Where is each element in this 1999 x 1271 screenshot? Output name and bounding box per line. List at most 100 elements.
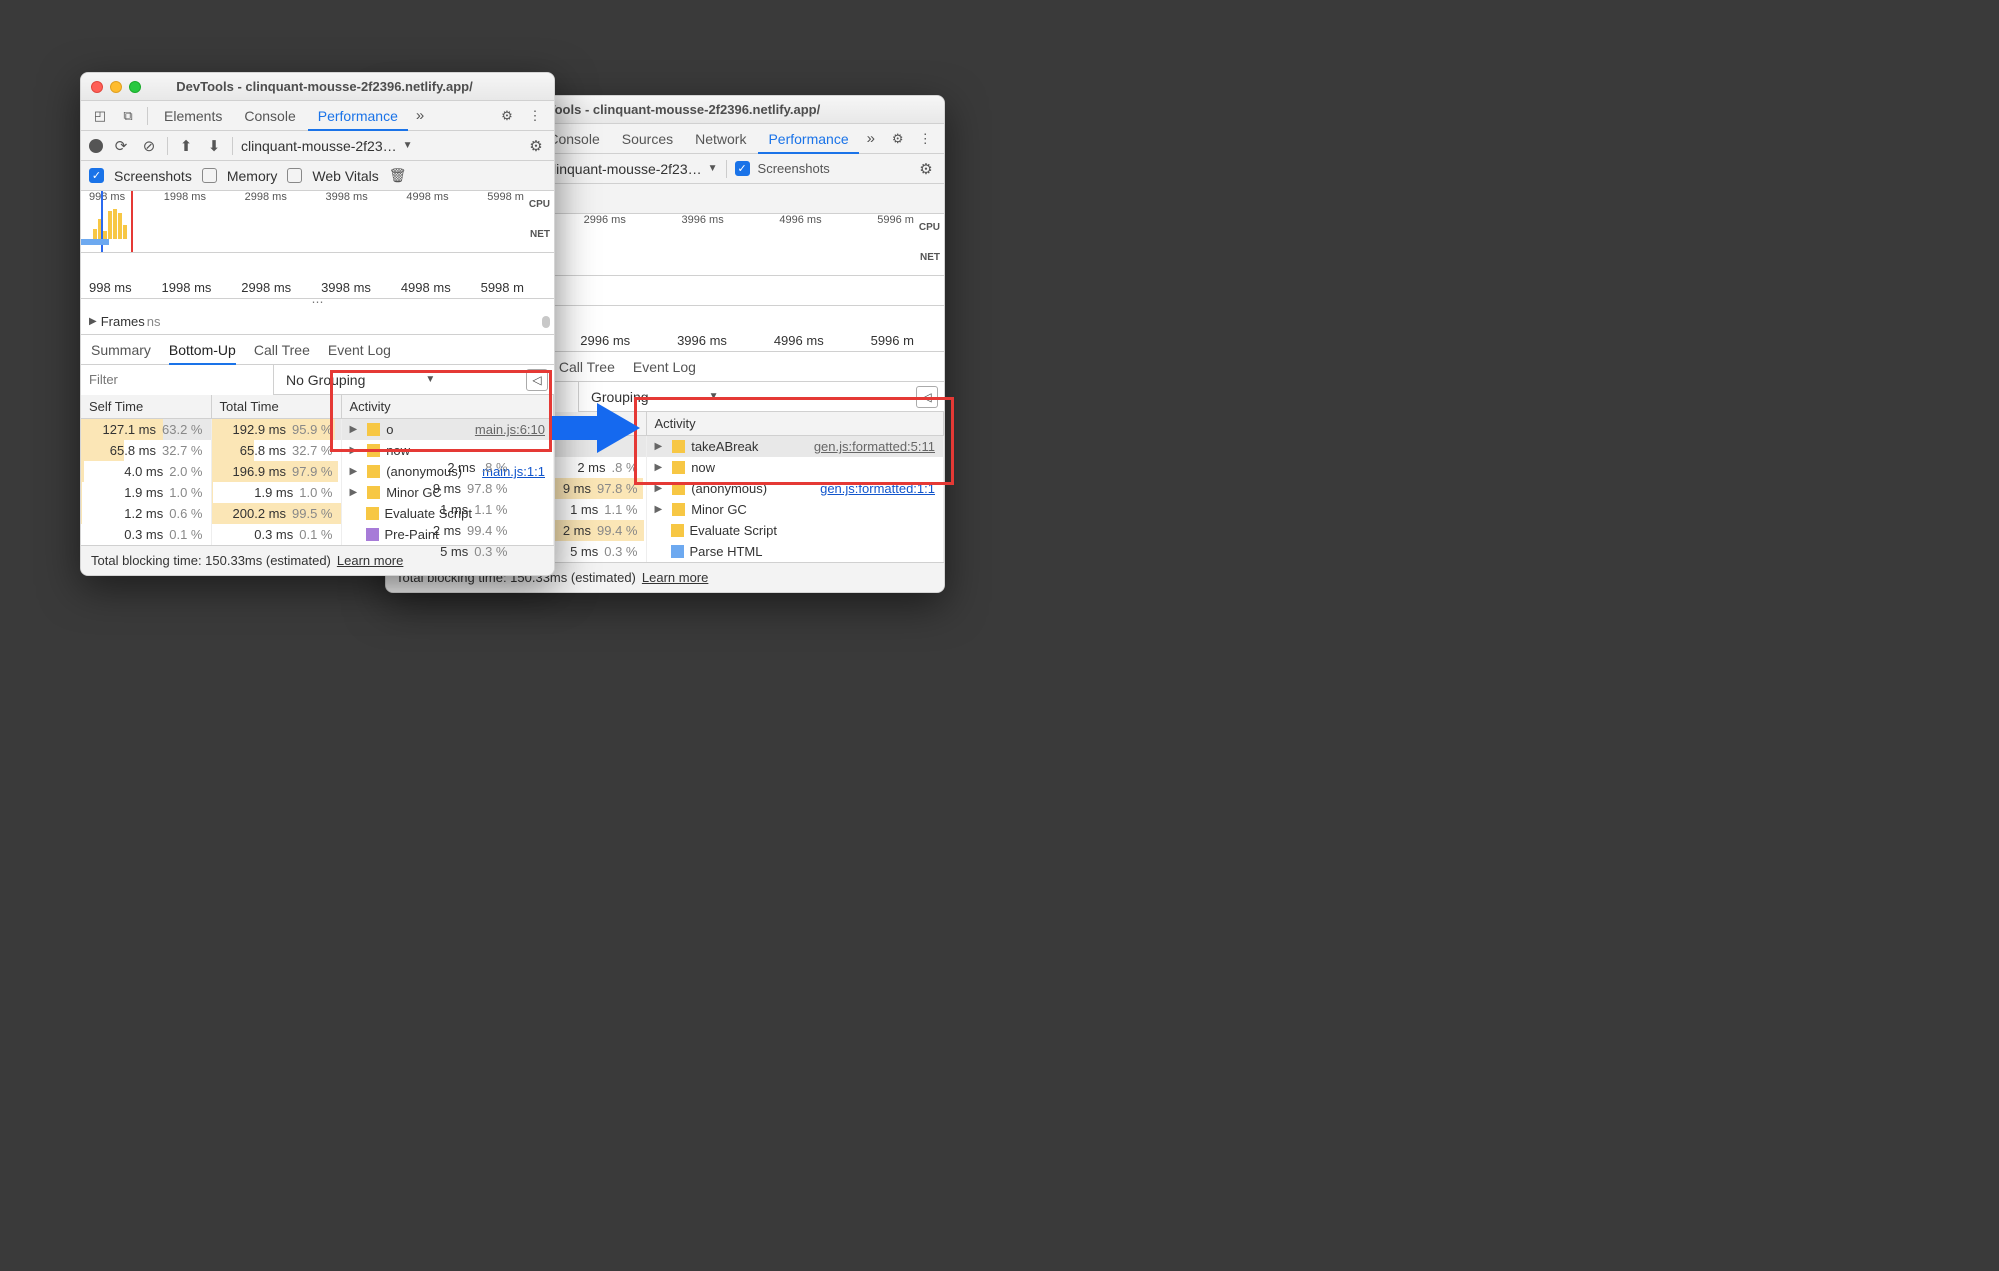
activity-swatch-icon <box>366 507 379 520</box>
cpu-label: CPU <box>919 220 940 236</box>
tick: 5996 m <box>877 214 914 226</box>
device-toggle-icon[interactable]: ⧉ <box>115 103 141 129</box>
disclosure-triangle-icon[interactable]: ▶ <box>350 466 358 477</box>
webvitals-checkbox[interactable] <box>287 168 302 183</box>
memory-checkbox[interactable] <box>202 168 217 183</box>
titlebar[interactable]: DevTools - clinquant-mousse-2f2396.netli… <box>81 73 554 101</box>
learn-more-link[interactable]: Learn more <box>337 553 403 568</box>
frames-suffix: ns <box>147 314 161 329</box>
inspect-element-icon[interactable]: ◰ <box>87 103 113 129</box>
table-row[interactable]: 65.8 ms32.7 %65.8 ms32.7 %▶now <box>81 440 554 461</box>
subtab-summary[interactable]: Summary <box>91 335 151 365</box>
subtab-call-tree[interactable]: Call Tree <box>559 352 615 382</box>
tab-sources[interactable]: Sources <box>612 124 683 154</box>
disclosure-triangle-icon[interactable]: ▶ <box>350 487 358 498</box>
tab-console[interactable]: Console <box>234 101 305 131</box>
subtab-bottom-up[interactable]: Bottom-Up <box>169 335 236 365</box>
show-heaviest-stack-button[interactable]: ◁ <box>526 369 548 391</box>
disclosure-triangle-icon[interactable]: ▶ <box>350 445 358 456</box>
save-profile-icon[interactable]: ⬇ <box>204 137 224 155</box>
tick: 3996 ms <box>677 333 727 348</box>
subtab-event-log[interactable]: Event Log <box>633 352 696 382</box>
divider <box>167 137 168 155</box>
timeline-overview[interactable]: 998 ms 1998 ms 2998 ms 3998 ms 4998 ms 5… <box>81 191 554 253</box>
grouping-dropdown[interactable]: No Grouping ▼ <box>274 372 447 388</box>
activity-swatch-icon <box>672 482 685 495</box>
tab-network[interactable]: Network <box>685 124 756 154</box>
subtab-call-tree[interactable]: Call Tree <box>254 335 310 365</box>
close-icon[interactable] <box>91 81 103 93</box>
col-activity[interactable]: Activity <box>646 412 944 436</box>
activity-name: takeABreak <box>691 439 758 454</box>
collect-garbage-icon[interactable]: 🗑 <box>389 167 407 184</box>
tabs-overflow-icon[interactable]: » <box>861 130 881 147</box>
screenshots-checkbox[interactable]: ✓ <box>735 161 750 176</box>
subtab-event-log[interactable]: Event Log <box>328 335 391 365</box>
tabs-overflow-icon[interactable]: » <box>410 107 430 124</box>
traffic-lights[interactable] <box>91 81 141 93</box>
reload-icon[interactable]: ⟳ <box>111 137 131 155</box>
webvitals-label: Web Vitals <box>312 168 378 184</box>
tick: 4998 ms <box>401 280 451 295</box>
tab-performance[interactable]: Performance <box>758 124 858 154</box>
table-row[interactable]: 1 ms1.1 %1 ms1.1 %▶Minor GC <box>386 499 944 520</box>
zoom-icon[interactable] <box>129 81 141 93</box>
scrollbar-thumb[interactable] <box>542 316 550 328</box>
learn-more-link[interactable]: Learn more <box>642 570 708 585</box>
disclosure-triangle-icon[interactable]: ▶ <box>655 441 663 452</box>
col-self-time[interactable]: Self Time <box>81 395 211 419</box>
tick: 4996 ms <box>779 214 821 226</box>
target-dropdown[interactable]: clinquant-mousse-2f23… ▼ <box>241 138 413 154</box>
source-link[interactable]: main.js:6:10 <box>475 422 545 437</box>
settings-icon[interactable]: ⚙ <box>494 103 520 129</box>
kebab-menu-icon[interactable]: ⋮ <box>912 126 938 152</box>
activity-swatch-icon <box>367 444 380 457</box>
panel-tabs: ◰ ⧉ Elements Console Performance » ⚙ ⋮ <box>81 101 554 131</box>
blocking-time-text: Total blocking time: 150.33ms (estimated… <box>91 553 331 568</box>
source-link[interactable]: gen.js:formatted:1:1 <box>820 481 935 496</box>
clear-icon[interactable]: ⊘ <box>139 137 159 155</box>
disclosure-triangle-icon[interactable]: ▶ <box>655 504 663 515</box>
kebab-menu-icon[interactable]: ⋮ <box>522 103 548 129</box>
results-subtabs: Summary Bottom-Up Call Tree Event Log <box>81 335 554 365</box>
tick: 4998 ms <box>406 191 448 203</box>
show-heaviest-stack-button[interactable]: ◁ <box>916 386 938 408</box>
tab-elements[interactable]: Elements <box>154 101 232 131</box>
activity-swatch-icon <box>672 461 685 474</box>
settings-icon[interactable]: ⚙ <box>885 126 911 152</box>
tab-performance[interactable]: Performance <box>308 101 408 131</box>
screenshots-label: Screenshots <box>758 161 830 176</box>
table-row[interactable]: 9 ms97.8 %9 ms97.8 %▶(anonymous)gen.js:f… <box>386 478 944 499</box>
capture-settings-icon[interactable]: ⚙ <box>526 137 546 155</box>
filter-input[interactable] <box>81 365 274 395</box>
col-activity[interactable]: Activity <box>341 395 554 419</box>
disclosure-triangle-icon[interactable]: ▶ <box>350 424 358 435</box>
table-row[interactable]: 127.1 ms63.2 %192.9 ms95.9 %▶omain.js:6:… <box>81 419 554 441</box>
activity-name: now <box>691 460 715 475</box>
screenshots-checkbox[interactable]: ✓ <box>89 168 104 183</box>
activity-name: (anonymous) <box>691 481 767 496</box>
disclosure-triangle-icon[interactable]: ▶ <box>655 462 663 473</box>
tick: 3998 ms <box>326 191 368 203</box>
frames-track-header[interactable]: ▶ Frames ns <box>81 309 554 335</box>
minimize-icon[interactable] <box>110 81 122 93</box>
tick: 5996 m <box>871 333 914 348</box>
table-row[interactable]: 5 ms0.3 %5 ms0.3 %Parse HTML <box>386 541 944 562</box>
table-row[interactable]: 2 ms99.4 %2 ms99.4 %Evaluate Script <box>386 520 944 541</box>
table-row[interactable]: 2 ms.8 %2 ms.8 %▶now <box>386 457 944 478</box>
tick: 998 ms <box>89 280 132 295</box>
activity-swatch-icon <box>366 528 379 541</box>
range-end-marker[interactable] <box>131 191 133 252</box>
source-link[interactable]: gen.js:formatted:5:11 <box>814 439 935 454</box>
chevron-down-icon: ▼ <box>709 391 719 402</box>
capture-settings-icon[interactable]: ⚙ <box>916 160 936 178</box>
net-label: NET <box>529 227 550 243</box>
col-total-time[interactable]: Total Time <box>211 395 341 419</box>
tick: 2998 ms <box>245 191 287 203</box>
timeline-detail[interactable]: 998 ms 1998 ms 2998 ms 3998 ms 4998 ms 5… <box>81 253 554 299</box>
detail-ticks: 998 ms 1998 ms 2998 ms 3998 ms 4998 ms 5… <box>89 280 524 295</box>
record-button[interactable] <box>89 139 103 153</box>
disclosure-triangle-icon[interactable]: ▶ <box>655 483 663 494</box>
load-profile-icon[interactable]: ⬆ <box>176 137 196 155</box>
target-dropdown[interactable]: clinquant-mousse-2f23… ▼ <box>546 161 718 177</box>
